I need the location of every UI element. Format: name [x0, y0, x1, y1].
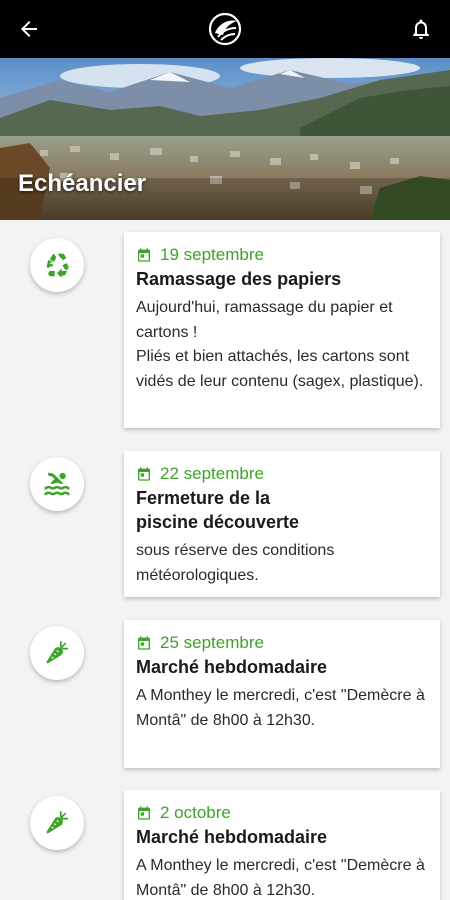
arrow-left-icon: [21, 21, 37, 37]
calendar-icon: [138, 248, 150, 262]
event-date-row: 22 septembre: [136, 463, 428, 485]
event-description: A Monthey le mercredi, c'est "Demècre à …: [136, 857, 425, 899]
event-description: Aujourd'hui, ramassage du papier et cart…: [136, 299, 424, 390]
calendar-icon: [138, 636, 150, 650]
event-description: sous réserve des conditions météorologiq…: [136, 542, 335, 584]
calendar-icon: [138, 806, 150, 820]
event-date-row: 2 octobre: [136, 802, 428, 824]
carrot-icon: [46, 641, 69, 664]
event-title: Marché hebdomadaire: [136, 657, 328, 677]
bell-icon: [413, 19, 429, 39]
notifications-button[interactable]: [392, 0, 450, 58]
app-logo-icon: [207, 11, 243, 47]
event-card[interactable]: 25 septembre Marché hebdomadaire A Month…: [124, 620, 440, 768]
event-title: Marché hebdomadaire: [136, 827, 328, 847]
back-button[interactable]: [0, 0, 58, 58]
event-date: 19 septembre: [160, 245, 264, 264]
hero-banner: Echéancier: [0, 58, 450, 220]
recycle-icon: [46, 253, 69, 278]
event-date: 22 septembre: [160, 464, 264, 483]
event-card[interactable]: 2 octobre Marché hebdomadaire A Monthey …: [124, 790, 440, 900]
timeline-list: 19 septembre Ramassage des papiers Aujou…: [0, 220, 450, 900]
calendar-icon: [138, 467, 150, 481]
carrot-icon-badge: [30, 626, 84, 680]
event-card[interactable]: 19 septembre Ramassage des papiers Aujou…: [124, 232, 440, 428]
carrot-icon: [46, 811, 69, 834]
event-card[interactable]: 22 septembre Fermeture de la piscine déc…: [124, 451, 440, 597]
top-app-bar: [0, 0, 450, 58]
event-title: Fermeture de la piscine découverte: [136, 488, 300, 532]
swimmer-icon-badge: [30, 457, 84, 511]
swimmer-icon: [44, 472, 70, 496]
page-title: Echéancier: [18, 170, 147, 197]
event-description: A Monthey le mercredi, c'est "Demècre à …: [136, 687, 425, 729]
event-date: 2 octobre: [160, 803, 231, 822]
event-date-row: 19 septembre: [136, 244, 428, 266]
recycle-icon-badge: [30, 238, 84, 292]
event-date-row: 25 septembre: [136, 632, 428, 654]
event-title: Ramassage des papiers: [136, 269, 342, 289]
event-date: 25 septembre: [160, 633, 264, 652]
carrot-icon-badge: [30, 796, 84, 850]
